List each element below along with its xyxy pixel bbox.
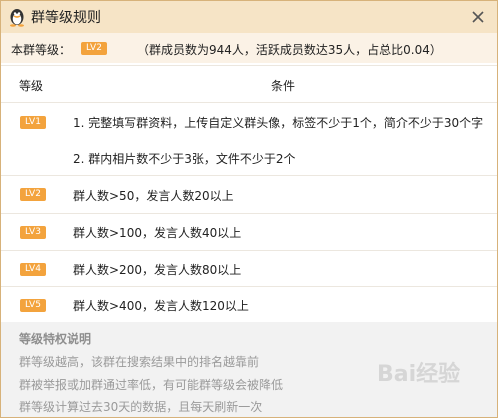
level-badge-lv4: LV4 (20, 263, 46, 276)
level-badge-lv1: LV1 (20, 116, 46, 129)
close-icon[interactable] (467, 6, 489, 28)
condition-text: 群人数>400，发言人数120以上 (73, 299, 249, 313)
current-level-badge: LV2 (81, 42, 107, 55)
qq-penguin-icon (10, 9, 24, 27)
privilege-note: 群等级越高，该群在搜索结果中的排名越靠前 (19, 355, 260, 369)
table-row-lv4: LV4 群人数>200，发言人数80以上 (1, 251, 497, 287)
privilege-note: 群被举报或加群通过率低，有可能群等级会被降低 (19, 378, 284, 392)
level-badge-lv5: LV5 (20, 299, 46, 312)
table-row-lv3: LV3 群人数>100，发言人数40以上 (1, 214, 497, 251)
condition-text: 2. 群内相片数不少于3张，文件不少于2个 (73, 152, 296, 166)
condition-text: 群人数>200，发言人数80以上 (73, 263, 242, 277)
table-row-lv1: LV1 1. 完整填写群资料，上传自定义群头像，标签不少于1个，简介不少于30个… (1, 102, 497, 176)
column-header-level: 等级 (19, 79, 44, 93)
table-row-lv5: LV5 群人数>400，发言人数120以上 (1, 287, 497, 321)
level-badge-lv3: LV3 (20, 226, 46, 239)
table-row-lv2: LV2 群人数>50，发言人数20以上 (1, 176, 497, 214)
condition-text: 群人数>100，发言人数40以上 (73, 226, 242, 240)
condition-text: 群人数>50，发言人数20以上 (73, 189, 234, 203)
baidu-jingyan-watermark: Bai经验 (377, 362, 461, 387)
level-badge-lv2: LV2 (20, 188, 46, 201)
group-level-summary: 本群等级： LV2 （群成员数为944人，活跃成员数达35人，占总比0.04） (1, 33, 497, 63)
privilege-heading: 等级特权说明 (19, 332, 92, 346)
privilege-note: 群等级计算过去30天的数据，且每天刷新一次 (19, 400, 263, 414)
title-bar[interactable]: 群等级规则 (1, 1, 497, 33)
current-level-label: 本群等级： (11, 43, 72, 57)
rules-table-header: 等级 条件 (1, 65, 497, 103)
window-title: 群等级规则 (31, 10, 101, 26)
column-header-condition: 条件 (271, 79, 296, 93)
group-level-rules-window: 群等级规则 本群等级： LV2 （群成员数为944人，活跃成员数达35人，占总比… (0, 0, 498, 418)
member-stats-text: （群成员数为944人，活跃成员数达35人，占总比0.04） (137, 43, 442, 57)
condition-text: 1. 完整填写群资料，上传自定义群头像，标签不少于1个，简介不少于30个字 (73, 116, 484, 130)
